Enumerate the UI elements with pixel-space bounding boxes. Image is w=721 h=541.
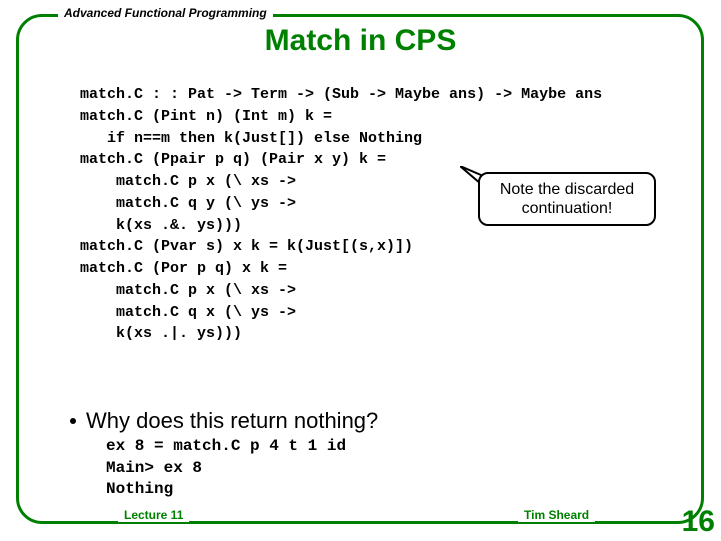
bullet-dot-icon [70, 418, 76, 424]
callout-box: Note the discarded continuation! [478, 172, 656, 226]
example-code: ex 8 = match.C p 4 t 1 id Main> ex 8 Not… [106, 436, 346, 501]
bullet-text: Why does this return nothing? [86, 408, 378, 434]
bullet-item: Why does this return nothing? [70, 408, 378, 434]
slide-title: Match in CPS [0, 24, 721, 58]
footer-author: Tim Sheard [518, 508, 595, 522]
footer-lecture: Lecture 11 [118, 508, 189, 522]
course-header: Advanced Functional Programming [58, 6, 273, 20]
page-number: 16 [682, 505, 715, 539]
